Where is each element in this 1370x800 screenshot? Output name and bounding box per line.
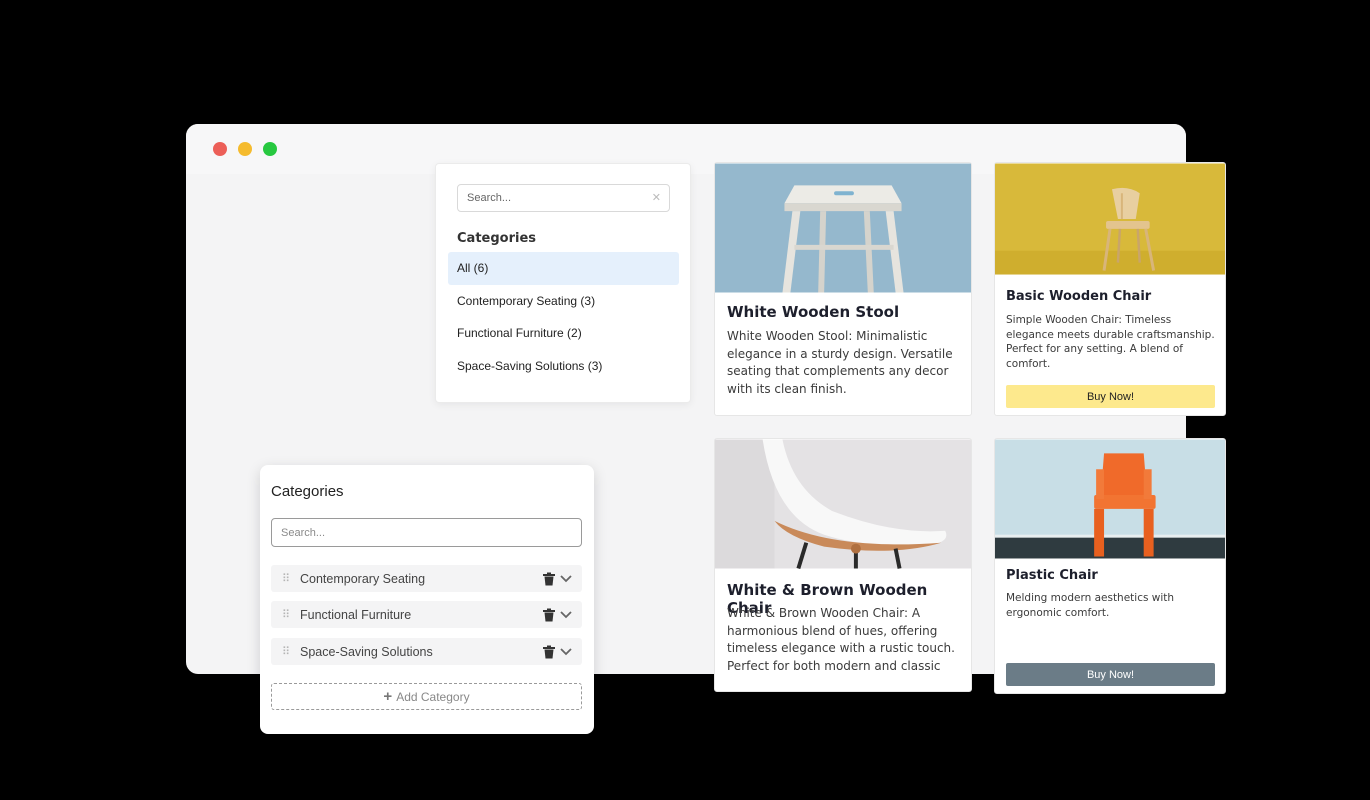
- category-row-label: Contemporary Seating: [300, 571, 426, 586]
- filter-category-functional-furniture[interactable]: Functional Furniture (2): [448, 317, 679, 350]
- product-card[interactable]: Basic Wooden Chair Simple Wooden Chair: …: [994, 162, 1226, 416]
- product-image-shell-chair: [715, 439, 971, 569]
- maximize-window-button[interactable]: [263, 142, 277, 156]
- product-description: White & Brown Wooden Chair: A harmonious…: [727, 606, 955, 673]
- product-card[interactable]: White & Brown Wooden Chair White & Brown…: [714, 438, 972, 692]
- category-row[interactable]: ⠿ Space-Saving Solutions: [271, 638, 582, 665]
- drag-handle-icon[interactable]: ⠿: [271, 645, 300, 658]
- buy-now-button[interactable]: Buy Now!: [1006, 663, 1215, 686]
- categories-editor-panel: Categories ⠿ Contemporary Seating ⠿ Func…: [260, 465, 594, 734]
- drag-handle-icon[interactable]: ⠿: [271, 608, 300, 621]
- drag-handle-icon[interactable]: ⠿: [271, 572, 300, 585]
- product-card[interactable]: White Wooden Stool White Wooden Stool: M…: [714, 162, 972, 416]
- filter-category-list: All (6) Contemporary Seating (3) Functio…: [448, 252, 679, 382]
- plus-icon: +: [383, 688, 393, 705]
- add-category-button[interactable]: + Add Category: [271, 683, 582, 710]
- editor-title: Categories: [271, 483, 344, 500]
- trash-icon[interactable]: [542, 608, 556, 622]
- chevron-down-icon[interactable]: [560, 574, 572, 583]
- chevron-down-icon[interactable]: [560, 610, 572, 619]
- product-title: Basic Wooden Chair: [1006, 289, 1152, 304]
- category-filter-panel: ✕ Categories All (6) Contemporary Seatin…: [435, 163, 691, 403]
- product-image-wooden-chair: [995, 163, 1225, 275]
- filter-categories-title: Categories: [457, 231, 537, 246]
- minimize-window-button[interactable]: [238, 142, 252, 156]
- category-row[interactable]: ⠿ Contemporary Seating: [271, 565, 582, 592]
- product-title: Plastic Chair: [1006, 568, 1098, 583]
- clear-search-icon[interactable]: ✕: [652, 191, 661, 204]
- product-description: White Wooden Stool: Minimalistic eleganc…: [727, 329, 953, 396]
- product-description: Simple Wooden Chair: Timeless elegance m…: [1006, 314, 1215, 370]
- filter-search-box: ✕: [457, 184, 670, 212]
- product-card[interactable]: Plastic Chair Melding modern aesthetics …: [994, 438, 1226, 694]
- filter-category-space-saving-solutions[interactable]: Space-Saving Solutions (3): [448, 350, 679, 383]
- product-title: White Wooden Stool: [727, 303, 900, 321]
- close-window-button[interactable]: [213, 142, 227, 156]
- filter-search-input[interactable]: [458, 185, 638, 211]
- filter-category-all[interactable]: All (6): [448, 252, 679, 285]
- chevron-down-icon[interactable]: [560, 647, 572, 656]
- category-row-label: Space-Saving Solutions: [300, 644, 433, 659]
- product-image-stool: [715, 163, 971, 293]
- buy-now-button[interactable]: Buy Now!: [1006, 385, 1215, 408]
- product-image-plastic-chair: [995, 439, 1225, 559]
- category-row[interactable]: ⠿ Functional Furniture: [271, 601, 582, 628]
- product-description: Melding modern aesthetics with ergonomic…: [1006, 592, 1175, 619]
- trash-icon[interactable]: [542, 645, 556, 659]
- editor-search-box: [271, 518, 582, 547]
- editor-search-input[interactable]: [272, 519, 581, 546]
- category-row-label: Functional Furniture: [300, 607, 412, 622]
- filter-category-contemporary-seating[interactable]: Contemporary Seating (3): [448, 285, 679, 318]
- add-category-label: Add Category: [396, 689, 470, 704]
- trash-icon[interactable]: [542, 572, 556, 586]
